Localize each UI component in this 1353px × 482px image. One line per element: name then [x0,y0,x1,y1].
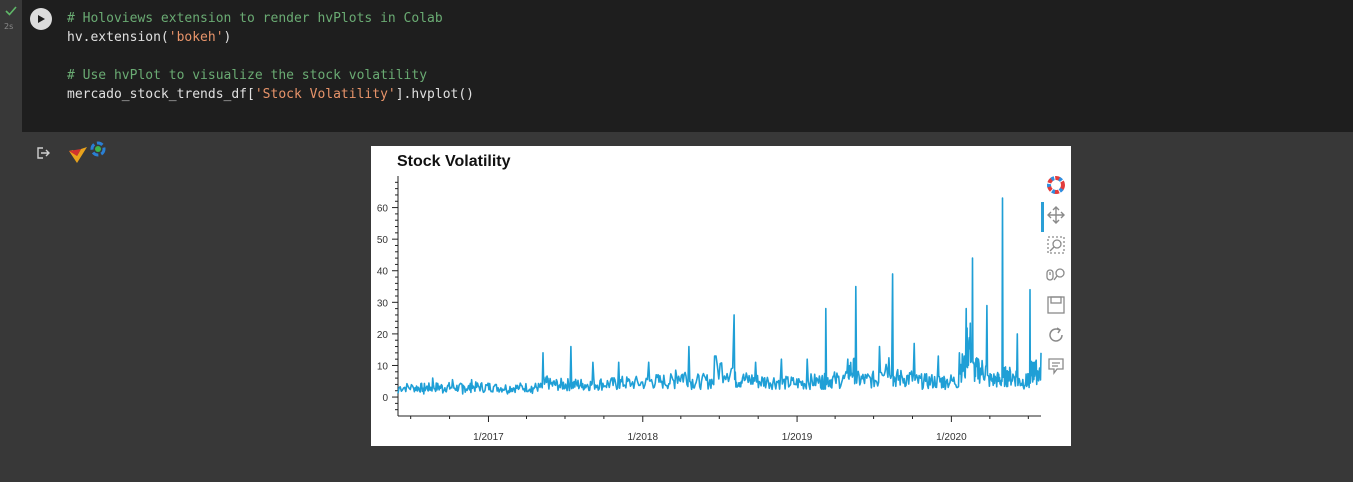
wheel-zoom-icon[interactable] [1045,264,1067,286]
box-zoom-icon[interactable] [1045,234,1067,256]
chart-svg[interactable]: 0 10 20 30 40 50 60 1/2017 1/2018 1/2019 1/2020 [371,146,1071,446]
output-toggle-icon[interactable] [35,145,51,161]
pan-icon[interactable] [1045,204,1067,226]
code-line: # Use hvPlot to visualize the stock vola… [67,66,474,85]
y-tick-label: 20 [377,330,389,341]
code-token: mercado_stock_trends_df[ [67,87,255,102]
x-tick-label: 1/2020 [936,432,967,443]
code-token: ) [223,30,232,45]
play-icon [38,15,45,23]
cell-gutter: 2s [0,0,22,132]
bokeh-logo-icon[interactable] [1045,174,1067,196]
reset-icon[interactable] [1045,324,1067,346]
active-tool-indicator [1041,202,1044,232]
code-line: # Holoviews extension to render hvPlots … [67,9,474,28]
save-icon[interactable] [1045,294,1067,316]
x-tick-label: 1/2019 [782,432,813,443]
check-icon [5,6,17,16]
code-line: ​ [67,47,474,66]
x-tick-label: 1/2017 [473,432,504,443]
y-tick-label: 50 [377,235,389,246]
y-tick-label: 40 [377,267,389,278]
hover-icon[interactable] [1045,355,1067,377]
code-comment: # Holoviews extension to render hvPlots … [67,11,443,26]
y-tick-label: 30 [377,298,389,309]
y-tick-label: 0 [382,393,388,404]
y-tick-label: 10 [377,361,389,372]
code-string: 'bokeh' [168,30,224,45]
code-cell[interactable]: # Holoviews extension to render hvPlots … [22,0,1353,132]
plot-toolbar [1041,174,1071,414]
code-line: hv.extension('bokeh') [67,28,474,47]
code-editor[interactable]: # Holoviews extension to render hvPlots … [67,9,474,104]
volatility-series-line [397,197,1042,395]
plot-frame: Stock Volatility 0 10 20 30 40 50 60 1/2017 1/20… [371,146,1071,446]
code-line: mercado_stock_trends_df['Stock Volatilit… [67,85,474,104]
execution-time: 2s [4,22,14,31]
y-tick-label: 60 [377,204,389,215]
code-token: ].hvplot() [395,87,475,102]
holoviews-logo-icon [69,141,106,163]
run-cell-button[interactable] [30,8,52,30]
code-token: hv.extension( [67,30,169,45]
code-comment: # Use hvPlot to visualize the stock vola… [67,68,428,83]
x-tick-label: 1/2018 [627,432,658,443]
code-string: 'Stock Volatility' [254,87,396,102]
